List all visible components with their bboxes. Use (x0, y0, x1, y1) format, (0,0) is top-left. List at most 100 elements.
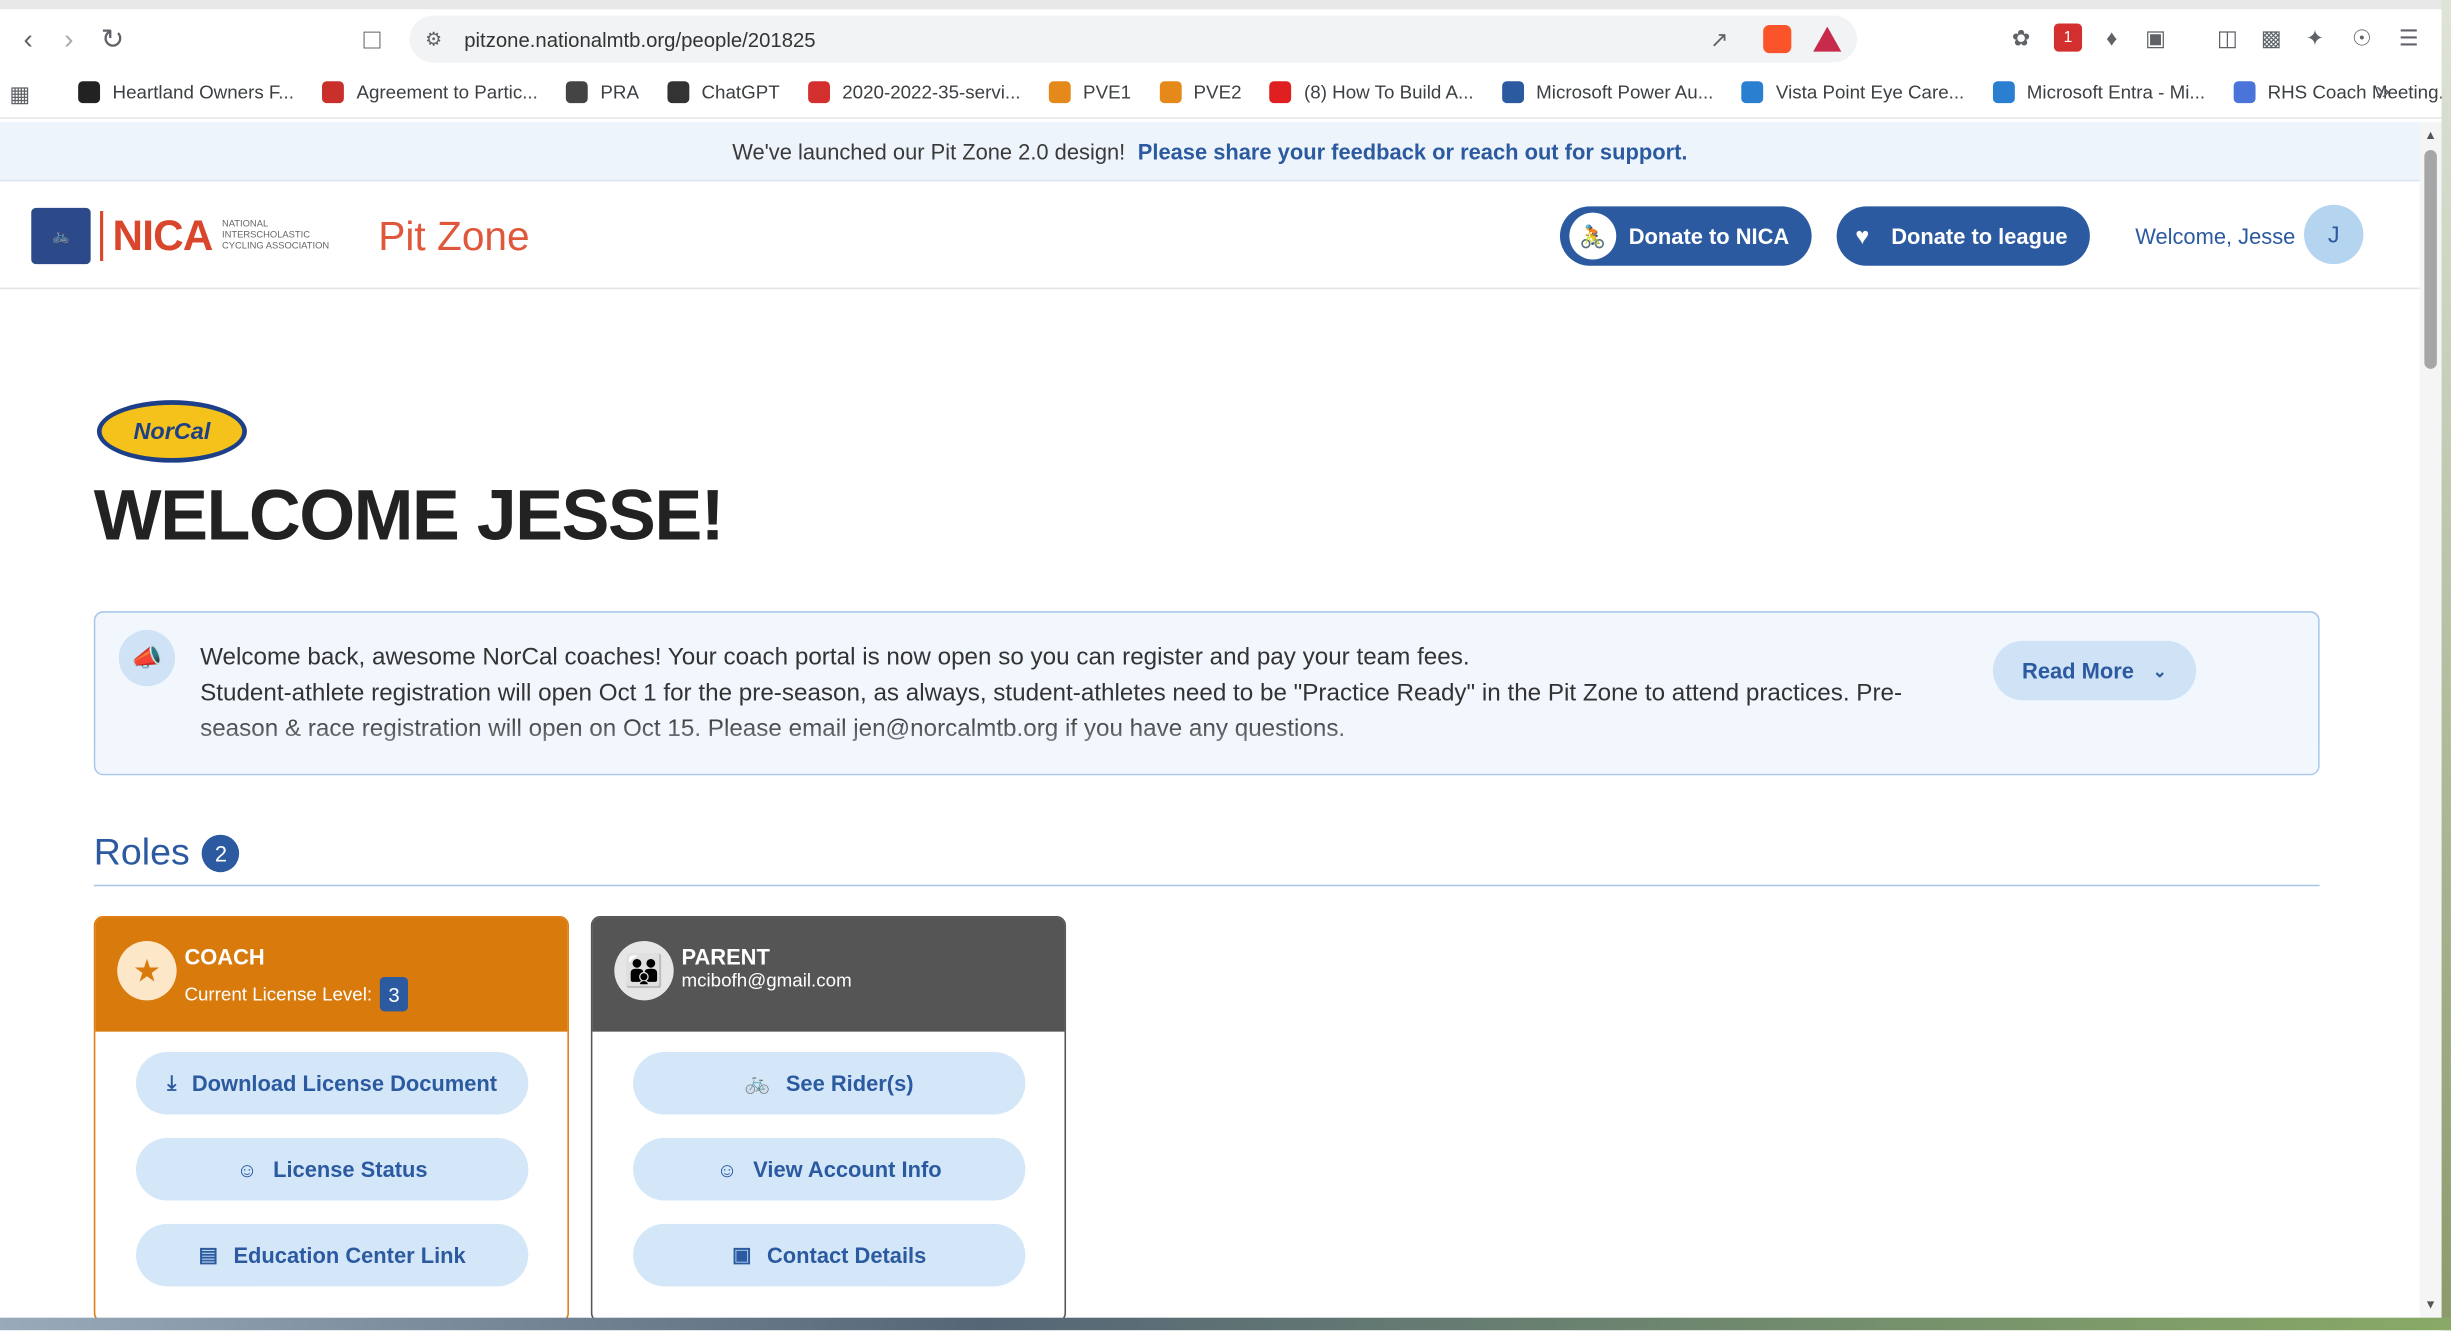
read-more-label: Read More (2022, 658, 2134, 684)
cyclist-icon: 🚴 (1569, 212, 1617, 260)
parent-card-header: 👪 PARENT mcibofh@gmail.com (592, 917, 1065, 1032)
user-circle-icon: ☺ (236, 1157, 258, 1181)
pdf-ext-icon[interactable]: 1 (2053, 23, 2083, 52)
donate-league-button[interactable]: ♥ Donate to league (1836, 206, 2090, 266)
back-arrow-icon[interactable]: ‹ (6, 17, 50, 61)
scroll-up-icon[interactable]: ▲ (2423, 128, 2439, 144)
desktop-edge (2441, 0, 2451, 1331)
scroll-down-icon[interactable]: ▼ (2423, 1297, 2439, 1313)
league-logo-text: NorCal (133, 418, 211, 445)
roles-heading: Roles 2 (94, 832, 240, 876)
favicon-icon (1501, 81, 1524, 104)
bookmark-item[interactable]: Heartland Owners F... (78, 81, 294, 104)
notice-line: Welcome back, awesome NorCal coaches! Yo… (200, 643, 1470, 671)
download-icon: ⤓ (167, 1070, 177, 1095)
forward-arrow-icon[interactable]: › (47, 17, 91, 61)
league-logo: NorCal (96, 400, 247, 463)
bookmarks-bar: ▦ Heartland Owners F... Agreement to Par… (0, 68, 2451, 119)
button-label: Download License Document (191, 1070, 498, 1096)
contact-card-icon: ▣ (732, 1242, 752, 1267)
chevron-down-icon: ⌄ (2152, 661, 2168, 681)
coach-title: COACH (184, 944, 265, 970)
bookmark-item[interactable]: Microsoft Power Au... (1501, 81, 1713, 104)
see-riders-button[interactable]: 🚲 See Rider(s) (633, 1051, 1026, 1115)
read-more-button[interactable]: Read More ⌄ (1992, 640, 2197, 701)
bookmark-item[interactable]: (8) How To Build A... (1269, 81, 1474, 104)
menu-icon[interactable]: ☰ (2395, 23, 2423, 51)
contact-details-button[interactable]: ▣ Contact Details (633, 1223, 1026, 1287)
screenshot-icon[interactable]: ▣ (2141, 23, 2169, 51)
site-settings-icon[interactable]: ⚙ (425, 28, 442, 50)
feedback-link[interactable]: Please share your feedback or reach out … (1138, 138, 1688, 163)
wallet-icon[interactable]: ▩ (2257, 23, 2285, 51)
favicon-icon (322, 81, 344, 104)
bookmark-item[interactable]: 2020-2022-35-servi... (807, 81, 1021, 104)
parent-role-card: 👪 PARENT mcibofh@gmail.com 🚲 See Rider(s… (590, 915, 1067, 1323)
nica-logo[interactable]: 🚲 NICA NATIONAL INTERSCHOLASTIC CYCLING … (31, 207, 331, 265)
bookmark-label: Agreement to Partic... (356, 81, 538, 104)
address-bar[interactable]: ⚙ pitzone.nationalmtb.org/people/201825 … (409, 15, 1857, 63)
notice-fade (95, 715, 2319, 774)
favicon-icon (1159, 81, 1182, 104)
vpn-shield-icon[interactable]: ☉ (2348, 23, 2376, 51)
donate-league-label: Donate to league (1891, 223, 2068, 249)
bookmark-label: Microsoft Entra - Mi... (2026, 81, 2206, 104)
welcome-user[interactable]: Welcome, Jesse (2135, 224, 2295, 249)
app-name[interactable]: Pit Zone (378, 213, 529, 261)
family-icon: 👪 (614, 940, 674, 1001)
bookmark-item[interactable]: Microsoft Entra - Mi... (1992, 81, 2206, 104)
favicon-icon (2233, 81, 2256, 104)
bookmark-label: RHS Coach Meeting... (2267, 81, 2451, 104)
education-center-button[interactable]: ▤ Education Center Link (135, 1223, 529, 1287)
bookmark-item[interactable]: PVE1 (1048, 81, 1132, 104)
coach-card-header: ★ COACH Current License Level: 3 (95, 917, 568, 1032)
nica-badge-icon: 🚲 (31, 207, 91, 265)
window-top-strip (0, 0, 2451, 10)
brave-rewards-icon[interactable] (1813, 26, 1842, 52)
roles-count-badge: 2 (202, 834, 240, 873)
coach-role-card: ★ COACH Current License Level: 3 ⤓ Downl… (93, 915, 569, 1323)
brave-shield-icon[interactable] (1763, 25, 1792, 54)
bookmark-item[interactable]: PRA (566, 81, 639, 104)
favicon-icon (78, 81, 101, 104)
bookmarks-list: Heartland Owners F... Agreement to Parti… (78, 81, 2451, 104)
more-bookmarks-button[interactable]: » (2376, 78, 2390, 106)
parent-email: mcibofh@gmail.com (681, 969, 852, 992)
extensions-puzzle-icon[interactable]: ♦ (2098, 23, 2126, 51)
download-license-button[interactable]: ⤓ Download License Document (135, 1051, 529, 1115)
favicon-icon (1048, 81, 1071, 104)
bookmark-label: Vista Point Eye Care... (1775, 81, 1965, 104)
view-account-button[interactable]: ☺ View Account Info (633, 1137, 1026, 1201)
league-notice: 📣 Welcome back, awesome NorCal coaches! … (93, 611, 2320, 776)
button-label: Contact Details (766, 1242, 927, 1268)
reload-icon[interactable]: ↻ (91, 17, 135, 61)
star-icon: ★ (117, 940, 177, 1001)
bookmark-item[interactable]: ChatGPT (667, 81, 780, 104)
page-scrollbar[interactable]: ▲ ▼ (2419, 121, 2442, 1320)
openai-ext-icon[interactable]: ✿ (2007, 23, 2035, 51)
nica-wordmark: NICA (100, 211, 213, 262)
apps-grid-icon[interactable]: ▦ (9, 81, 30, 108)
bookmark-item[interactable]: PVE2 (1159, 81, 1242, 104)
bookmark-item[interactable]: RHS Coach Meeting... (2233, 81, 2451, 104)
button-label: View Account Info (753, 1156, 942, 1182)
scrollbar-thumb[interactable] (2424, 150, 2437, 369)
license-level: Current License Level: 3 (184, 976, 409, 1012)
bookmark-label: PRA (600, 81, 639, 104)
share-icon[interactable]: ↗ (1710, 26, 1728, 53)
donate-nica-button[interactable]: 🚴 Donate to NICA (1559, 206, 1812, 266)
bookmark-label: PVE2 (1193, 81, 1242, 104)
bookmark-item[interactable]: Agreement to Partic... (322, 81, 538, 104)
hand-heart-icon: ♥ (1855, 222, 1870, 250)
license-status-button[interactable]: ☺ License Status (135, 1137, 529, 1201)
site-header: 🚲 NICA NATIONAL INTERSCHOLASTIC CYCLING … (0, 182, 2420, 290)
bookmark-item[interactable]: Vista Point Eye Care... (1741, 81, 1965, 104)
sidebar-toggle-icon[interactable]: ◫ (2213, 23, 2241, 51)
avatar[interactable]: J (2304, 204, 2364, 265)
page-title: WELCOME JESSE! (93, 473, 725, 555)
bookmark-label: 2020-2022-35-servi... (842, 81, 1021, 104)
bookmark-label: PVE1 (1083, 81, 1132, 104)
bookmark-icon[interactable]: □ (350, 17, 394, 61)
button-label: Education Center Link (233, 1242, 466, 1268)
leo-ai-icon[interactable]: ✦ (2301, 23, 2329, 51)
